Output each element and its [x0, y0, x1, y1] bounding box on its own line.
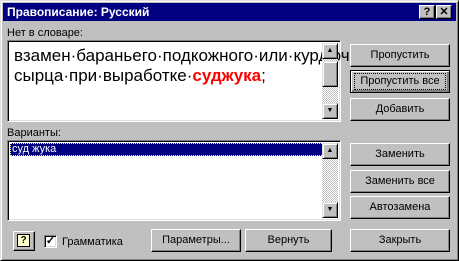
autocorrect-button[interactable]: Автозамена — [350, 196, 450, 219]
scroll-thumb[interactable] — [322, 61, 338, 87]
undo-button[interactable]: Вернуть — [245, 229, 332, 252]
autocorrect-button-label: Автозамена — [369, 201, 431, 213]
spelling-dialog: Правописание: Русский ? ✕ Нет в словаре:… — [0, 0, 459, 261]
title-bar[interactable]: Правописание: Русский ? ✕ — [3, 3, 456, 21]
arrow-down-icon: ▼ — [326, 206, 334, 213]
arrow-up-icon: ▲ — [326, 147, 334, 154]
not-in-dictionary-text-box[interactable]: взамен·бараньего·подкожного·или·курдючно… — [7, 40, 435, 122]
add-button-label: Добавить — [375, 103, 425, 115]
arrow-up-icon: ▲ — [326, 47, 334, 54]
list-item-selected[interactable]: суд жука — [10, 143, 328, 156]
text-box-scrollbar[interactable]: ▲ ▼ — [322, 43, 338, 119]
close-button[interactable]: Закрыть — [350, 229, 450, 252]
scroll-up-button[interactable]: ▲ — [322, 43, 338, 59]
grammar-checkbox-label[interactable]: Грамматика — [62, 236, 123, 248]
close-icon: ✕ — [439, 6, 449, 18]
help-icon: ? — [17, 234, 30, 247]
undo-button-label: Вернуть — [267, 234, 310, 246]
options-button-label: Параметры... — [162, 234, 230, 246]
list-scroll-down-button[interactable]: ▼ — [322, 202, 338, 218]
change-all-button-label: Заменить все — [365, 175, 435, 187]
options-button[interactable]: Параметры... — [151, 229, 241, 252]
add-button[interactable]: Добавить — [350, 98, 450, 121]
close-title-button[interactable]: ✕ — [436, 5, 452, 19]
change-button-label: Заменить — [375, 148, 425, 160]
suggestions-label: Варианты: — [7, 127, 61, 139]
ignore-all-button[interactable]: Пропустить все — [350, 70, 450, 93]
not-in-dictionary-label: Нет в словаре: — [7, 27, 83, 39]
window-title: Правописание: Русский — [7, 5, 150, 19]
list-scroll-up-button[interactable]: ▲ — [322, 143, 338, 159]
help-title-button[interactable]: ? — [419, 5, 435, 19]
office-assistant-button[interactable]: ? — [13, 231, 35, 251]
suggestion-text: суд жука — [12, 143, 57, 155]
grammar-checkbox[interactable]: ✓ — [44, 235, 57, 248]
checkmark-icon: ✓ — [45, 235, 56, 247]
question-icon: ? — [423, 6, 431, 18]
change-button[interactable]: Заменить — [350, 143, 450, 166]
change-all-button[interactable]: Заменить все — [350, 170, 450, 193]
misspelled-word: суджука — [192, 66, 262, 85]
ignore-button-label: Пропустить — [370, 49, 430, 61]
scroll-down-button[interactable]: ▼ — [322, 103, 338, 119]
suggestions-list[interactable]: суд жука ▲ ▼ — [7, 140, 341, 221]
suggestions-scrollbar[interactable]: ▲ ▼ — [322, 143, 338, 218]
ignore-button[interactable]: Пропустить — [350, 44, 450, 67]
close-button-label: Закрыть — [378, 234, 422, 246]
arrow-down-icon: ▼ — [326, 107, 334, 114]
focus-rectangle — [354, 73, 446, 90]
sentence-after: ; — [261, 66, 266, 85]
sentence-text: взамен·бараньего·подкожного·или·курдючно… — [14, 46, 435, 86]
